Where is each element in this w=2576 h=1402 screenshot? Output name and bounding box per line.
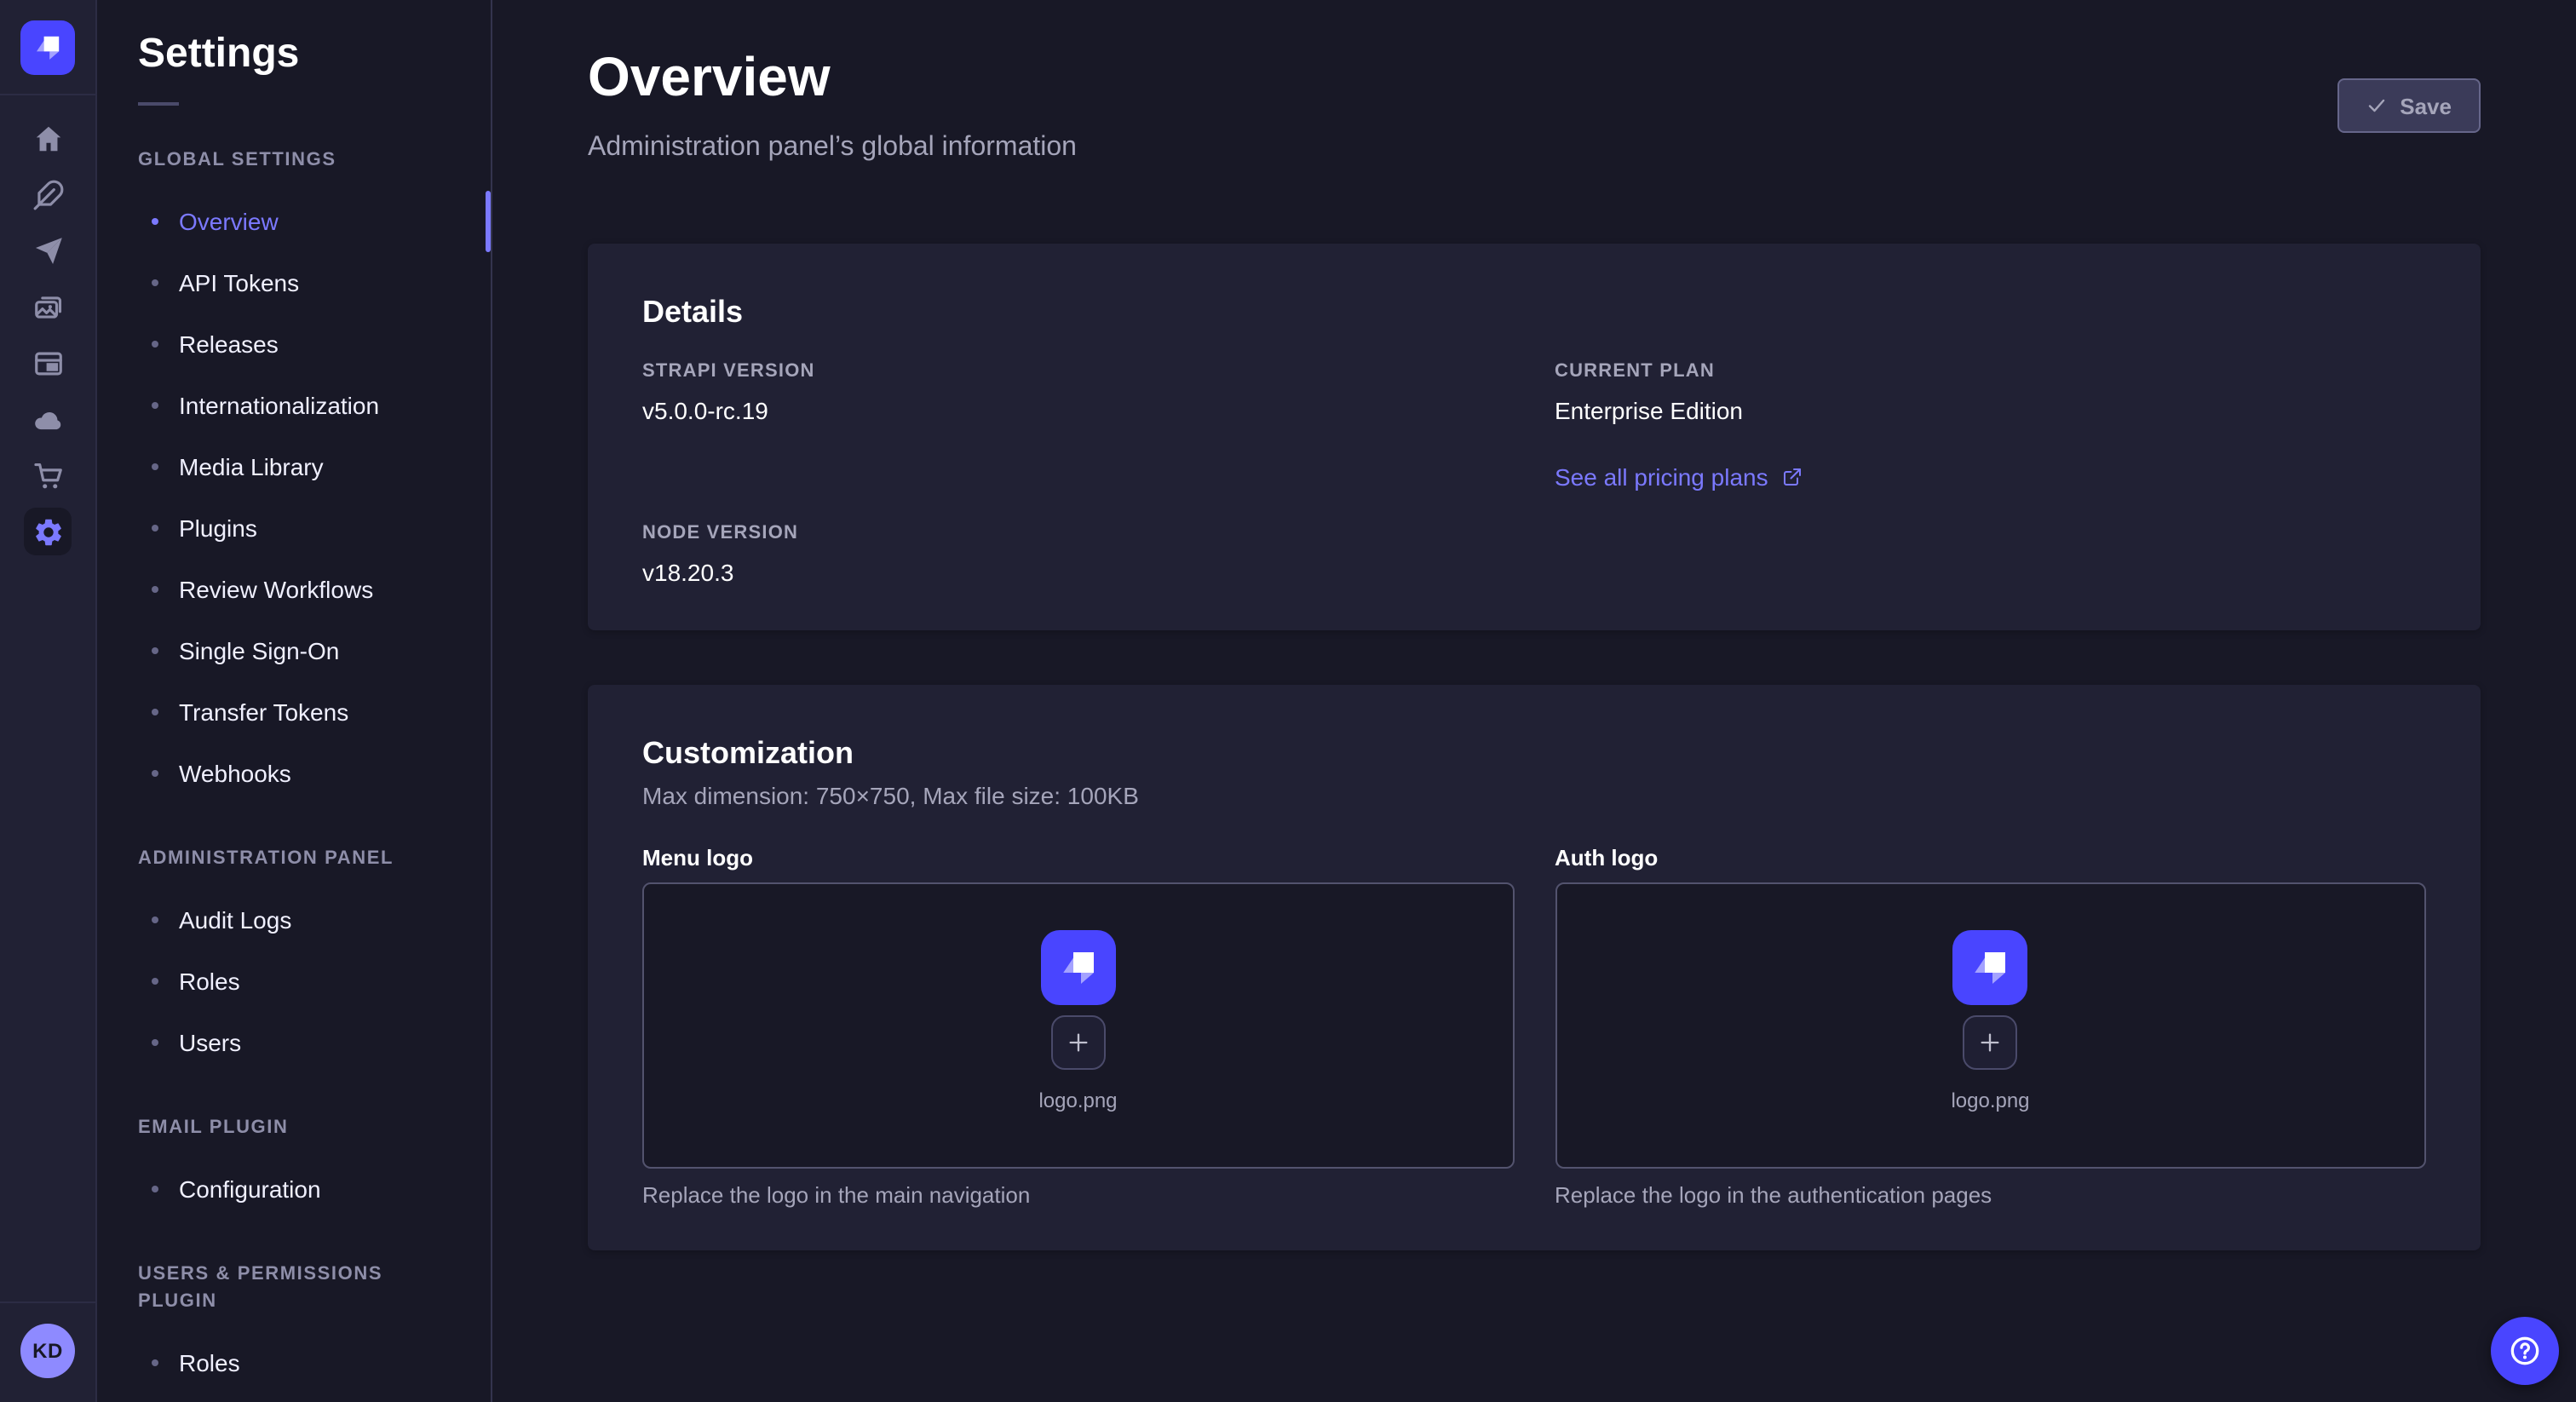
- customization-card: Customization Max dimension: 750×750, Ma…: [588, 685, 2481, 1250]
- sidebar-item-review-workflows[interactable]: Review Workflows: [97, 559, 491, 620]
- section-label-administration-panel: ADMINISTRATION PANEL: [138, 845, 450, 872]
- strapi-logo[interactable]: [20, 20, 75, 74]
- strapi-admin-app: KD Settings GLOBAL SETTINGS Overview API…: [0, 0, 2576, 1402]
- menu-logo-help: Replace the logo in the main navigation: [642, 1182, 1514, 1210]
- sidebar-item-releases[interactable]: Releases: [97, 313, 491, 375]
- bullet-icon: [152, 525, 158, 531]
- rail-footer: KD: [0, 1301, 95, 1402]
- bullet-icon: [152, 402, 158, 409]
- menu-logo-filename: logo.png: [1038, 1088, 1117, 1112]
- question-icon: [2506, 1332, 2544, 1370]
- bullet-icon: [152, 463, 158, 470]
- active-item-indicator: [486, 191, 491, 252]
- menu-logo-upload: Menu logo logo.png Replace the logo in t…: [642, 845, 1514, 1210]
- section-label-global-settings: GLOBAL SETTINGS: [138, 147, 450, 174]
- customization-card-title: Customization: [642, 733, 2426, 773]
- sidebar-item-admin-roles[interactable]: Roles: [97, 951, 491, 1012]
- bullet-icon: [152, 770, 158, 777]
- node-version-field: NODE VERSION v18.20.3: [642, 521, 1514, 589]
- cart-icon[interactable]: [24, 451, 72, 499]
- add-menu-logo-button[interactable]: [1051, 1014, 1106, 1069]
- page-subtitle: Administration panel’s global informatio…: [588, 131, 2481, 165]
- main-content: Overview Administration panel’s global i…: [492, 0, 2576, 1402]
- subnav-title: Settings: [97, 0, 491, 82]
- bullet-icon: [152, 341, 158, 348]
- bullet-icon: [152, 1186, 158, 1192]
- bullet-icon: [152, 1359, 158, 1366]
- save-button[interactable]: Save: [2337, 78, 2481, 133]
- sidebar-item-single-sign-on[interactable]: Single Sign-On: [97, 620, 491, 681]
- auth-logo-dropzone[interactable]: logo.png: [1555, 882, 2426, 1169]
- section-label-email-plugin: EMAIL PLUGIN: [138, 1114, 450, 1141]
- auth-logo-filename: logo.png: [1951, 1088, 2029, 1112]
- page-header: Overview Administration panel’s global i…: [492, 0, 2576, 165]
- details-card: Details STRAPI VERSION v5.0.0-rc.19 NODE…: [588, 244, 2481, 630]
- check-icon: [2366, 95, 2386, 116]
- details-right-column: CURRENT PLAN Enterprise Edition See all …: [1555, 359, 2426, 589]
- customization-card-subtitle: Max dimension: 750×750, Max file size: 1…: [642, 780, 2426, 811]
- auth-logo-preview: [1953, 929, 2028, 1004]
- paper-plane-icon[interactable]: [24, 227, 72, 274]
- bullet-icon: [152, 916, 158, 923]
- details-left-column: STRAPI VERSION v5.0.0-rc.19 NODE VERSION…: [642, 359, 1514, 589]
- strapi-version-field: STRAPI VERSION v5.0.0-rc.19: [642, 359, 1514, 428]
- subnav-divider: [138, 102, 179, 106]
- details-card-title: Details: [642, 291, 2426, 332]
- sidebar-item-up-providers[interactable]: Providers: [97, 1393, 491, 1402]
- strapi-logo-icon: [1053, 941, 1104, 992]
- menu-logo-preview: [1041, 929, 1116, 1004]
- settings-subnav: Settings GLOBAL SETTINGS Overview API To…: [97, 0, 492, 1402]
- pricing-plans-link[interactable]: See all pricing plans: [1555, 463, 1803, 491]
- sidebar-item-audit-logs[interactable]: Audit Logs: [97, 889, 491, 951]
- bullet-icon: [152, 647, 158, 654]
- bullet-icon: [152, 218, 158, 225]
- bullet-icon: [152, 1039, 158, 1046]
- content-area: Details STRAPI VERSION v5.0.0-rc.19 NODE…: [492, 165, 2576, 1250]
- sidebar-item-api-tokens[interactable]: API Tokens: [97, 252, 491, 313]
- bullet-icon: [152, 978, 158, 985]
- strapi-logo-icon: [1965, 941, 2016, 992]
- current-plan-field: CURRENT PLAN Enterprise Edition: [1555, 359, 2426, 428]
- add-auth-logo-button[interactable]: [1964, 1014, 2018, 1069]
- page-title: Overview: [588, 43, 2481, 111]
- external-link-icon: [1782, 467, 1803, 487]
- workspace-logo-container: [0, 0, 95, 95]
- section-label-users-permissions-plugin: USERS & PERMISSIONS PLUGIN: [138, 1261, 450, 1315]
- main-nav-rail: KD: [0, 0, 97, 1402]
- sidebar-item-overview[interactable]: Overview: [97, 191, 491, 252]
- cloud-icon[interactable]: [24, 395, 72, 443]
- details-grid: STRAPI VERSION v5.0.0-rc.19 NODE VERSION…: [642, 359, 2426, 589]
- bullet-icon: [152, 279, 158, 286]
- gear-icon[interactable]: [24, 508, 72, 555]
- sidebar-item-webhooks[interactable]: Webhooks: [97, 743, 491, 804]
- menu-logo-label: Menu logo: [642, 845, 1514, 872]
- layout-icon[interactable]: [24, 339, 72, 387]
- sidebar-item-internationalization[interactable]: Internationalization: [97, 375, 491, 436]
- auth-logo-upload: Auth logo logo.png Replace the logo in t…: [1555, 845, 2426, 1210]
- auth-logo-help: Replace the logo in the authentication p…: [1555, 1182, 2426, 1210]
- sidebar-item-transfer-tokens[interactable]: Transfer Tokens: [97, 681, 491, 743]
- feather-icon[interactable]: [24, 170, 72, 218]
- media-library-icon[interactable]: [24, 283, 72, 330]
- bullet-icon: [152, 709, 158, 715]
- sidebar-item-media-library[interactable]: Media Library: [97, 436, 491, 497]
- sidebar-item-plugins[interactable]: Plugins: [97, 497, 491, 559]
- menu-logo-dropzone[interactable]: logo.png: [642, 882, 1514, 1169]
- plus-icon: [1067, 1030, 1090, 1054]
- user-avatar[interactable]: KD: [20, 1324, 75, 1378]
- rail-icon-list: [24, 95, 72, 555]
- auth-logo-label: Auth logo: [1555, 845, 2426, 872]
- sidebar-item-admin-users[interactable]: Users: [97, 1012, 491, 1073]
- logo-uploads-grid: Menu logo logo.png Replace the logo in t…: [642, 845, 2426, 1210]
- plus-icon: [1979, 1030, 2003, 1054]
- sidebar-item-email-configuration[interactable]: Configuration: [97, 1158, 491, 1220]
- sidebar-item-up-roles[interactable]: Roles: [97, 1332, 491, 1393]
- home-icon[interactable]: [24, 114, 72, 162]
- bullet-icon: [152, 586, 158, 593]
- help-button[interactable]: [2491, 1317, 2559, 1385]
